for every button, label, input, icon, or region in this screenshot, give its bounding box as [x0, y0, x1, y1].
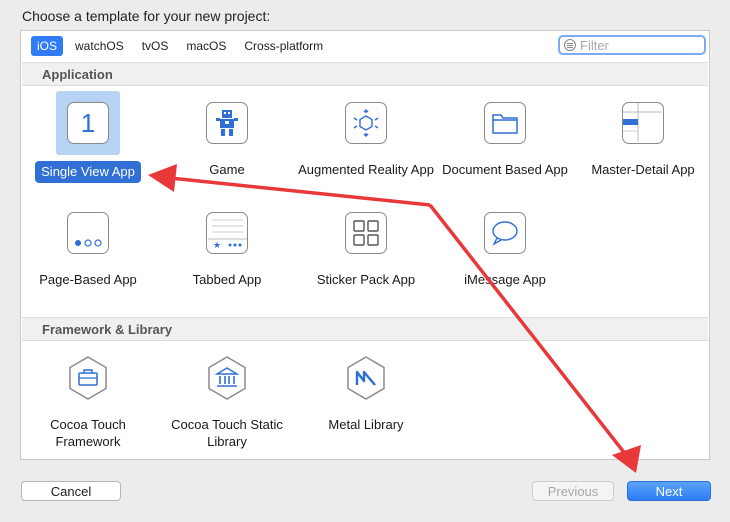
game-icon [206, 102, 248, 144]
next-button[interactable]: Next [627, 481, 711, 501]
template-label: Augmented Reality App [298, 162, 434, 177]
template-master-detail-app[interactable]: Master-Detail App [574, 91, 712, 178]
tab-macos[interactable]: macOS [180, 36, 232, 56]
section-header-framework: Framework & Library [22, 317, 708, 341]
template-cocoa-touch-framework[interactable]: Cocoa Touch Framework [19, 346, 157, 450]
tab-ios[interactable]: iOS [31, 36, 64, 56]
metal-icon [347, 356, 385, 400]
cancel-button[interactable]: Cancel [21, 481, 121, 501]
platform-tabs: iOS watchOS tvOS macOS Cross-platform [31, 36, 329, 56]
template-label: Game [209, 162, 245, 177]
tab-tvos[interactable]: tvOS [136, 36, 175, 56]
template-label: Sticker Pack App [316, 272, 416, 287]
template-metal-library[interactable]: Metal Library [297, 346, 435, 433]
static-library-icon [208, 356, 246, 400]
filter-icon [564, 39, 576, 51]
tabbed-icon: ★ [206, 212, 248, 254]
page-based-icon [67, 212, 109, 254]
imessage-icon [484, 212, 526, 254]
tab-watchos[interactable]: watchOS [69, 36, 130, 56]
template-label: iMessage App [464, 272, 546, 287]
template-label: Document Based App [442, 162, 568, 177]
template-label: Cocoa Touch Framework [50, 417, 126, 449]
augmented-reality-icon [345, 102, 387, 144]
previous-button[interactable]: Previous [532, 481, 614, 501]
template-panel: iOS watchOS tvOS macOS Cross-platform Ap… [20, 30, 710, 460]
template-sticker-pack-app[interactable]: Sticker Pack App [297, 201, 435, 288]
filter-field[interactable] [558, 35, 706, 55]
sticker-pack-icon [345, 212, 387, 254]
template-label: Tabbed App [192, 272, 262, 287]
svg-text:★: ★ [213, 241, 221, 251]
template-single-view-app[interactable]: 1 Single View App [19, 91, 157, 183]
filter-input[interactable] [580, 37, 698, 53]
template-imessage-app[interactable]: iMessage App [436, 201, 574, 288]
template-label: Cocoa Touch Static Library [171, 417, 283, 449]
section-header-application: Application [22, 62, 708, 86]
template-page-based-app[interactable]: Page-Based App [19, 201, 157, 288]
template-label: Master-Detail App [591, 162, 695, 177]
single-view-icon: 1 [67, 102, 109, 144]
template-label: Single View App [35, 161, 141, 183]
template-document-based-app[interactable]: Document Based App [436, 91, 574, 178]
template-cocoa-touch-static-library[interactable]: Cocoa Touch Static Library [158, 346, 296, 450]
framework-icon [69, 356, 107, 400]
template-augmented-reality-app[interactable]: Augmented Reality App [297, 91, 435, 178]
template-game[interactable]: Game [158, 91, 296, 178]
template-label: Metal Library [328, 417, 404, 432]
template-tabbed-app[interactable]: ★ Tabbed App [158, 201, 296, 288]
template-label: Page-Based App [39, 272, 137, 287]
document-icon [484, 102, 526, 144]
dialog-heading: Choose a template for your new project: [22, 8, 271, 24]
master-detail-icon [622, 102, 664, 144]
tab-cross-platform[interactable]: Cross-platform [238, 36, 329, 56]
